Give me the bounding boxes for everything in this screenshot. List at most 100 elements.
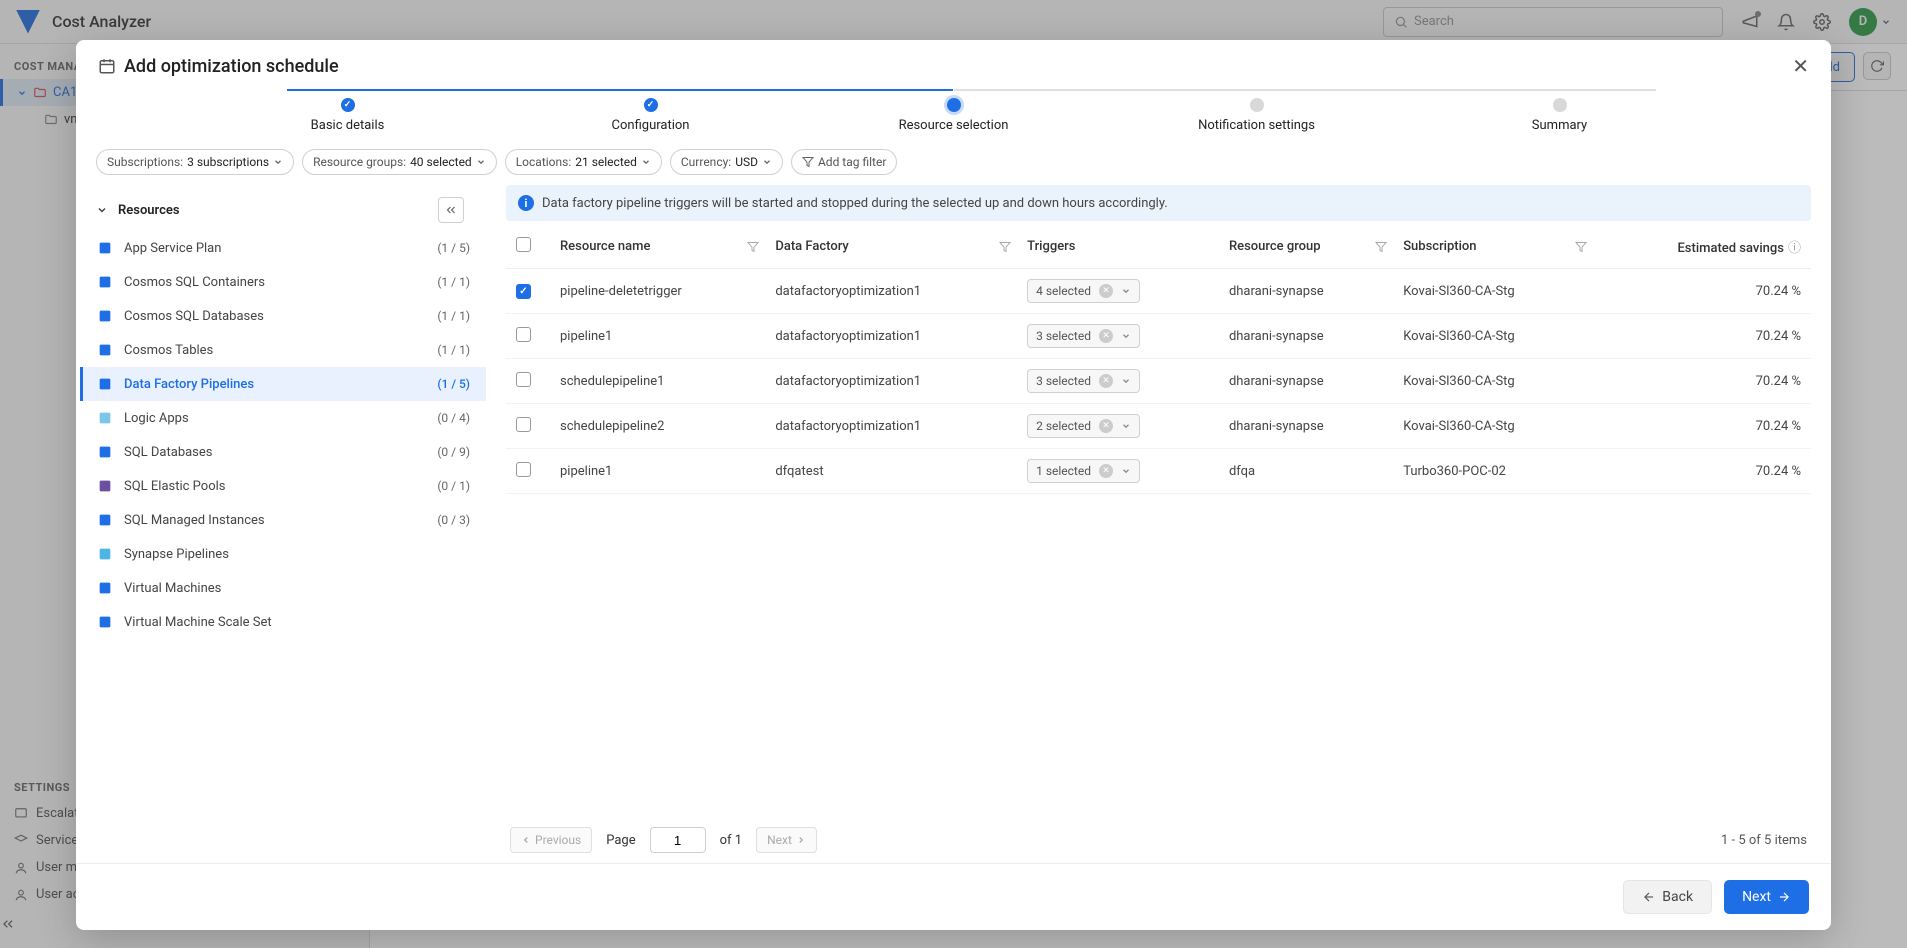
resource-type-item[interactable]: SQL Databases(0 / 9) <box>80 435 486 469</box>
row-checkbox[interactable] <box>516 284 531 299</box>
cell-subscription: Kovai-Sl360-CA-Stg <box>1393 404 1593 449</box>
table-row: pipeline-deletetrigger datafactoryoptimi… <box>506 269 1811 314</box>
resource-type-label: App Service Plan <box>124 241 221 256</box>
cell-resource-name: schedulepipeline2 <box>550 404 765 449</box>
resource-type-label: Cosmos SQL Containers <box>124 275 265 290</box>
chevron-down-icon <box>1121 466 1131 476</box>
row-checkbox[interactable] <box>516 462 531 477</box>
chevron-down-icon[interactable] <box>96 204 108 216</box>
resource-type-label: SQL Databases <box>124 445 213 460</box>
cell-resource-name: schedulepipeline1 <box>550 359 765 404</box>
resource-type-count: (1 / 1) <box>437 275 470 289</box>
resource-type-item[interactable]: App Service Plan(1 / 5) <box>80 231 486 265</box>
modal-overlay: Add optimization schedule ✕ Basic detail… <box>0 0 1907 948</box>
resource-type-icon <box>96 443 114 461</box>
resource-type-label: Cosmos Tables <box>124 343 213 358</box>
clear-icon[interactable]: ✕ <box>1099 419 1113 433</box>
resource-type-item[interactable]: Virtual Machines <box>80 571 486 605</box>
resource-type-item[interactable]: Cosmos Tables(1 / 1) <box>80 333 486 367</box>
triggers-selector[interactable]: 3 selected✕ <box>1027 324 1140 348</box>
step-notification-settings[interactable]: Notification settings <box>1105 98 1408 133</box>
pagination: Previous Page of 1 Next 1 - 5 of 5 items <box>506 809 1811 863</box>
clear-icon[interactable]: ✕ <box>1099 374 1113 388</box>
resource-type-icon <box>96 307 114 325</box>
resource-type-icon <box>96 613 114 631</box>
modal-footer: Back Next <box>76 863 1831 930</box>
filter-icon[interactable] <box>999 241 1011 253</box>
cell-data-factory: datafactoryoptimization1 <box>765 269 1017 314</box>
previous-page-button[interactable]: Previous <box>510 827 592 853</box>
resource-type-label: Virtual Machine Scale Set <box>124 615 272 630</box>
col-triggers: Triggers <box>1017 225 1219 269</box>
arrow-left-icon <box>1642 890 1656 904</box>
cell-resource-group: dharani-synapse <box>1219 404 1393 449</box>
cell-data-factory: datafactoryoptimization1 <box>765 359 1017 404</box>
row-checkbox[interactable] <box>516 417 531 432</box>
filter-resource-groups[interactable]: Resource groups: 40 selected <box>302 149 497 175</box>
resources-sidebar: Resources App Service Plan(1 / 5)Cosmos … <box>76 185 486 863</box>
resource-type-label: Virtual Machines <box>124 581 221 596</box>
filter-icon[interactable] <box>1575 241 1587 253</box>
cell-subscription: Kovai-Sl360-CA-Stg <box>1393 314 1593 359</box>
resource-type-item[interactable]: Cosmos SQL Containers (1 / 1) <box>80 265 486 299</box>
pipelines-table: Resource name Data Factory Triggers Reso… <box>506 225 1811 494</box>
resource-type-icon <box>96 511 114 529</box>
info-icon[interactable]: ⓘ <box>1788 241 1801 256</box>
clear-icon[interactable]: ✕ <box>1099 329 1113 343</box>
cell-resource-group: dharani-synapse <box>1219 269 1393 314</box>
resource-type-count: (1 / 1) <box>437 309 470 323</box>
filter-subscriptions[interactable]: Subscriptions: 3 subscriptions <box>96 149 294 175</box>
back-button[interactable]: Back <box>1623 880 1712 914</box>
resource-type-icon <box>96 477 114 495</box>
add-tag-filter[interactable]: Add tag filter <box>791 149 897 175</box>
resource-type-item[interactable]: Virtual Machine Scale Set <box>80 605 486 639</box>
triggers-selector[interactable]: 4 selected✕ <box>1027 279 1140 303</box>
resource-type-count: (0 / 4) <box>437 411 470 425</box>
resource-type-icon <box>96 341 114 359</box>
col-resource-name: Resource name <box>550 225 765 269</box>
step-summary[interactable]: Summary <box>1408 98 1711 133</box>
filter-icon[interactable] <box>747 241 759 253</box>
step-resource-selection[interactable]: Resource selection <box>802 98 1105 133</box>
cell-subscription: Turbo360-POC-02 <box>1393 449 1593 494</box>
cell-savings: 70.24 % <box>1593 314 1811 359</box>
filter-locations[interactable]: Locations: 21 selected <box>505 149 662 175</box>
select-all-checkbox[interactable] <box>516 237 531 252</box>
collapse-panel-button[interactable] <box>438 197 464 223</box>
row-checkbox[interactable] <box>516 327 531 342</box>
triggers-selector[interactable]: 1 selected✕ <box>1027 459 1140 483</box>
col-resource-group: Resource group <box>1219 225 1393 269</box>
chevron-down-icon <box>1121 331 1131 341</box>
cell-resource-name: pipeline1 <box>550 449 765 494</box>
resource-type-item[interactable]: SQL Managed Instances(0 / 3) <box>80 503 486 537</box>
filters-row: Subscriptions: 3 subscriptions Resource … <box>76 145 1831 185</box>
close-button[interactable]: ✕ <box>1792 54 1809 78</box>
triggers-selector[interactable]: 2 selected✕ <box>1027 414 1140 438</box>
filter-currency[interactable]: Currency: USD <box>670 149 783 175</box>
next-button[interactable]: Next <box>1724 880 1809 914</box>
step-basic-details[interactable]: Basic details <box>196 98 499 133</box>
step-configuration[interactable]: Configuration <box>499 98 802 133</box>
resource-type-item[interactable]: Logic Apps(0 / 4) <box>80 401 486 435</box>
resource-type-icon <box>96 239 114 257</box>
resource-type-item[interactable]: Cosmos SQL Databases(1 / 1) <box>80 299 486 333</box>
resource-type-item[interactable]: Synapse Pipelines <box>80 537 486 571</box>
filter-icon[interactable] <box>1375 241 1387 253</box>
clear-icon[interactable]: ✕ <box>1099 284 1113 298</box>
triggers-selector[interactable]: 3 selected✕ <box>1027 369 1140 393</box>
resources-header: Resources <box>118 203 180 218</box>
chevron-down-icon <box>762 157 772 167</box>
chevron-down-icon <box>1121 421 1131 431</box>
next-page-button[interactable]: Next <box>756 827 817 853</box>
resource-type-icon <box>96 375 114 393</box>
resource-type-item[interactable]: Data Factory Pipelines(1 / 5) <box>80 367 486 401</box>
row-checkbox[interactable] <box>516 372 531 387</box>
resource-type-count: (1 / 5) <box>437 377 470 391</box>
info-icon: i <box>518 195 534 211</box>
page-input[interactable] <box>650 827 706 853</box>
clear-icon[interactable]: ✕ <box>1099 464 1113 478</box>
cell-resource-group: dfqa <box>1219 449 1393 494</box>
resource-type-label: SQL Elastic Pools <box>124 479 225 494</box>
resource-type-item[interactable]: SQL Elastic Pools(0 / 1) <box>80 469 486 503</box>
cell-savings: 70.24 % <box>1593 269 1811 314</box>
